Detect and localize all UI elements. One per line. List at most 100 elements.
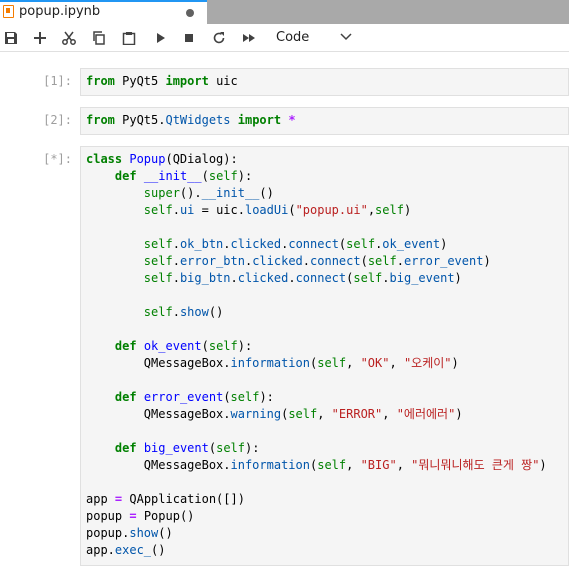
code-line: QMessageBox.information(self, "OK", "오케이… — [86, 355, 563, 372]
cell-type-label: Code — [276, 30, 310, 45]
code-line: class Popup(QDialog): — [86, 151, 563, 168]
code-token: self — [143, 254, 173, 268]
code-token: , — [396, 458, 412, 472]
code-token: super — [143, 186, 180, 200]
code-token: clicked — [252, 254, 303, 268]
code-line: QMessageBox.warning(self, "ERROR", "에러에러… — [86, 406, 563, 423]
cell-code[interactable]: from PyQt5.QtWidgets import * — [81, 108, 568, 133]
cell-editor[interactable]: class Popup(QDialog): def __init__ ( self)… — [80, 146, 569, 566]
code-token: clicked — [237, 271, 289, 285]
stop-button[interactable] — [179, 28, 199, 48]
code-token: "에러에러" — [396, 407, 456, 421]
paste-button[interactable] — [119, 28, 139, 48]
code-token: ) — [455, 407, 463, 421]
code-token: self — [208, 169, 238, 183]
code-token: . — [382, 271, 390, 285]
code-token: ) — [454, 271, 462, 285]
code-token: = — [129, 509, 137, 523]
code-token: QMessageBox. — [86, 458, 231, 472]
cell-prompt: [*]: — [43, 152, 72, 166]
code-line: def error_event(self): — [86, 389, 563, 406]
code-token: , — [346, 356, 361, 370]
tab-bar: popup.ipynb — [0, 0, 569, 24]
code-token: def — [114, 390, 137, 404]
code-token: self — [353, 271, 383, 285]
code-token: big_event — [389, 271, 455, 285]
code-token: ): — [259, 390, 274, 404]
cell-editor[interactable]: from PyQt5 import uic — [80, 68, 569, 96]
cell-code[interactable]: class Popup(QDialog): def __init__ ( self)… — [81, 147, 568, 563]
cell-code[interactable]: from PyQt5 import uic — [81, 69, 568, 94]
code-token: error_btn — [179, 254, 245, 268]
code-token: connect — [288, 237, 339, 251]
code-token: def — [114, 169, 137, 183]
code-token: error_event — [403, 254, 484, 268]
notebook-tab[interactable]: popup.ipynb — [0, 0, 207, 24]
add-cell-button[interactable] — [30, 28, 50, 48]
code-token: from — [86, 113, 115, 127]
code-token: app. — [86, 543, 115, 557]
code-token: clicked — [230, 237, 282, 251]
code-token: ) — [451, 356, 459, 370]
chevron-down-icon — [340, 33, 352, 41]
code-line: self.ui = uic.loadUi("popup.ui",self) — [86, 202, 563, 219]
code-token: big_event — [143, 441, 209, 455]
cut-icon — [62, 31, 76, 45]
copy-button[interactable] — [89, 28, 109, 48]
code-token: import — [165, 74, 209, 88]
code-token: , — [382, 407, 397, 421]
code-token: ( — [223, 390, 231, 404]
code-token: QApplication([]) — [122, 492, 245, 506]
code-line: self.big_btn.clicked.connect(self.big_ev… — [86, 270, 563, 287]
code-token: self — [367, 254, 397, 268]
code-token: Popup() — [136, 509, 195, 523]
code-token: connect — [310, 254, 361, 268]
code-token: self — [317, 458, 347, 472]
run-all-icon — [243, 34, 255, 42]
code-token: from — [86, 74, 115, 88]
code-line: popup.show() — [86, 525, 563, 542]
notebook-toolbar: Code — [0, 24, 569, 52]
code-token: . — [230, 271, 238, 285]
run-all-button[interactable] — [239, 28, 259, 48]
run-button[interactable] — [150, 28, 170, 48]
restart-button[interactable] — [209, 28, 229, 48]
code-token: Popup — [129, 152, 166, 166]
code-token: , — [389, 356, 404, 370]
code-token: ) — [403, 203, 412, 217]
save-button[interactable] — [1, 28, 21, 48]
code-token: QtWidgets — [165, 113, 231, 127]
code-token: . — [223, 237, 231, 251]
code-line: popup = Popup() — [86, 508, 563, 525]
code-token: ( — [201, 339, 209, 353]
code-token: show — [179, 305, 209, 319]
code-token: __init__ — [201, 186, 260, 200]
unsaved-indicator-icon[interactable] — [186, 9, 194, 17]
code-token: ok_btn — [179, 237, 224, 251]
code-token: information — [230, 356, 310, 370]
code-line: QMessageBox.information(self, "BIG", "뭐니… — [86, 457, 563, 474]
code-token: ): — [237, 339, 253, 353]
code-token: popup — [86, 509, 130, 523]
cut-button[interactable] — [59, 28, 79, 48]
code-token: , — [367, 203, 376, 217]
code-token: . — [396, 254, 404, 268]
code-line: self.ok_btn.clicked.connect(self.ok_even… — [86, 236, 563, 253]
cell-editor[interactable]: from PyQt5.QtWidgets import * — [80, 107, 569, 135]
save-icon — [5, 32, 17, 44]
code-token: PyQt5. — [114, 113, 166, 127]
code-token: "OK" — [360, 356, 390, 370]
code-token: . — [172, 271, 180, 285]
cell-type-select[interactable]: Code — [270, 28, 358, 48]
